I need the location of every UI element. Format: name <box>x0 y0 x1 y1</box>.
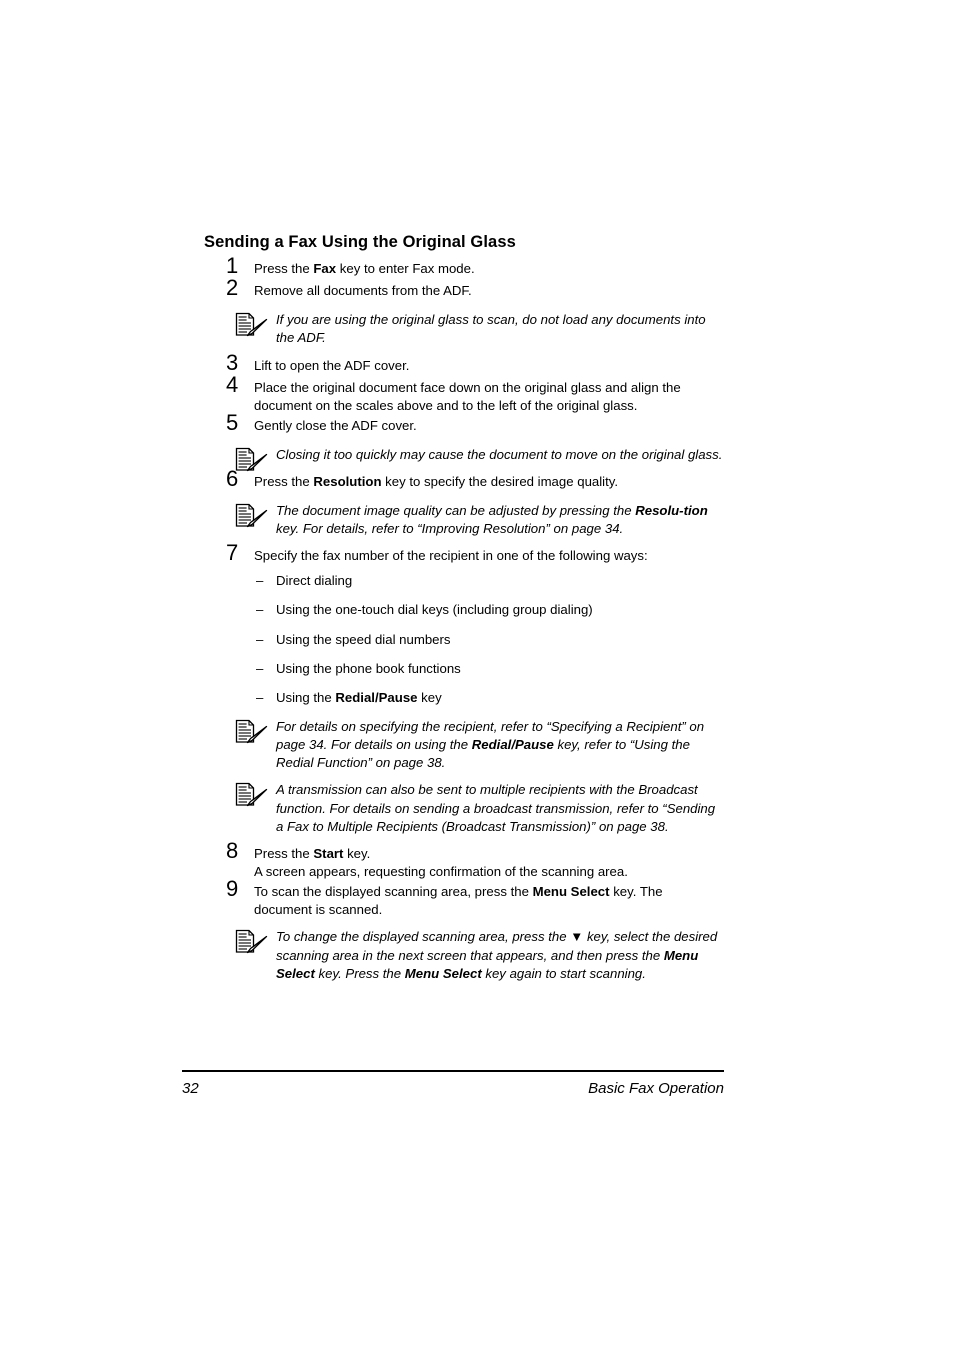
step-text-after: key to specify the desired image quality… <box>381 473 619 489</box>
note-text: For details on specifying the recipient,… <box>276 718 724 773</box>
list-item-text: Using the phone book functions <box>276 660 461 676</box>
document-page: Sending a Fax Using the Original Glass 1… <box>0 0 954 1350</box>
note-block: Closing it too quickly may cause the doc… <box>204 446 724 471</box>
dash-bullet: – <box>256 602 264 618</box>
step-text: Press the Start key. A screen appears, re… <box>254 845 724 881</box>
step-item: 5 Gently close the ADF cover. <box>204 411 724 437</box>
note-memo-icon <box>235 719 269 745</box>
step-text-bold: Start <box>313 846 344 862</box>
note-text: Closing it too quickly may cause the doc… <box>276 446 723 462</box>
note-text: To change the displayed scanning area, p… <box>276 928 724 983</box>
step-text-secondline: A screen appears, requesting confirmatio… <box>254 864 628 880</box>
dial-methods-list: – Direct dialing – Using the one-touch dia… <box>204 572 724 706</box>
step-text: Remove all documents from the ADF. <box>254 282 724 300</box>
down-arrow-icon: ▼ <box>570 929 584 945</box>
step-text-bold: Fax <box>313 261 337 277</box>
step-text-before: Remove all documents from the ADF. <box>254 283 472 299</box>
note-block: The document image quality can be adjust… <box>204 502 724 538</box>
step-number: 5 <box>226 409 239 435</box>
dash-bullet: – <box>256 689 264 705</box>
step-text: Press the Fax key to enter Fax mode. <box>254 260 724 278</box>
step-text-before: Press the <box>254 261 314 277</box>
page-footer: 32 Basic Fax Operation <box>182 1070 724 1097</box>
list-item-text: Using the <box>276 689 336 705</box>
note-text: A transmission can also be sent to multi… <box>276 782 716 834</box>
list-item: – Using the Redial/Pause key <box>204 689 724 707</box>
note-text: The document image quality can be adjust… <box>276 502 724 538</box>
list-item-text: Using the one-touch dial keys (including… <box>276 602 593 618</box>
note-text-bold: Resolu-tion <box>635 502 708 518</box>
note-block: If you are using the original glass to s… <box>204 311 724 347</box>
step-text-before: To scan the displayed scanning area, pre… <box>254 884 533 900</box>
page-title: Sending a Fax Using the Original Glass <box>204 233 516 251</box>
step-number: 9 <box>226 876 239 902</box>
step-text: Press the Resolution key to specify the … <box>254 473 724 491</box>
note-memo-icon <box>235 312 269 338</box>
note-text-part2: key. For details, refer to “Improving Re… <box>276 521 624 537</box>
page-content: Sending a Fax Using the Original Glass 1… <box>204 233 724 992</box>
step-text-after: key to enter Fax mode. <box>336 261 475 277</box>
step-number: 2 <box>226 275 239 301</box>
step-item: 9 To scan the displayed scanning area, p… <box>204 878 724 919</box>
note-text-bold: Redial/Pause <box>471 737 554 752</box>
step-text: Lift to open the ADF cover. <box>254 357 724 375</box>
note-text-part1: The document image quality can be adjust… <box>276 502 636 518</box>
list-item: – Direct dialing <box>204 572 724 590</box>
step-item: 6 Press the Resolution key to specify th… <box>204 467 724 493</box>
list-item-text-after: key <box>417 689 442 705</box>
step-number: 7 <box>226 540 239 566</box>
footer-row: 32 Basic Fax Operation <box>182 1080 724 1097</box>
step-text-before: Lift to open the ADF cover. <box>254 357 410 373</box>
step-number: 4 <box>226 371 239 397</box>
step-text-before: Specify the fax number of the recipient … <box>254 548 648 564</box>
note-text-part4: key again to start scanning. <box>481 965 646 981</box>
note-block: To change the displayed scanning area, p… <box>204 928 724 983</box>
list-item: – Using the phone book functions <box>204 660 724 678</box>
step-text: Place the original document face down on… <box>254 379 724 415</box>
note-block: For details on specifying the recipient,… <box>204 718 724 773</box>
step-item: 1 Press the Fax key to enter Fax mode. <box>204 255 724 280</box>
list-item-text: Direct dialing <box>276 573 353 589</box>
step-text: To scan the displayed scanning area, pre… <box>254 883 724 919</box>
step-item: 8 Press the Start key. A screen appears, … <box>204 840 724 881</box>
note-text-bold2: Menu Select <box>404 965 482 981</box>
list-item: – Using the one-touch dial keys (includin… <box>204 601 724 619</box>
step-number: 8 <box>226 838 239 864</box>
dash-bullet: – <box>256 573 264 589</box>
dash-bullet: – <box>256 660 264 676</box>
page-number: 32 <box>182 1079 199 1097</box>
step-text-after: key. <box>343 846 371 862</box>
footer-divider <box>182 1070 724 1072</box>
step-number: 1 <box>226 253 239 279</box>
step-text-before: Place the original document face down on… <box>254 379 681 413</box>
step-item: 4 Place the original document face down … <box>204 373 724 415</box>
step-number: 6 <box>226 465 239 491</box>
step-text-bold: Resolution <box>313 473 382 489</box>
note-memo-icon <box>235 782 269 808</box>
note-memo-icon <box>235 503 269 529</box>
list-item-text: Using the speed dial numbers <box>276 631 451 647</box>
list-item: – Using the speed dial numbers <box>204 631 724 649</box>
step-number: 3 <box>226 349 239 375</box>
step-text: Gently close the ADF cover. <box>254 417 724 435</box>
step-item: 7 Specify the fax number of the recipien… <box>204 542 724 567</box>
step-text: Specify the fax number of the recipient … <box>254 547 724 565</box>
step-text-before: Press the <box>254 473 314 489</box>
step-text-bold: Menu Select <box>532 884 610 900</box>
step-item: 3 Lift to open the ADF cover. <box>204 351 724 377</box>
note-text-part3: key. Press the <box>314 965 405 981</box>
footer-chapter-title: Basic Fax Operation <box>588 1079 724 1097</box>
note-memo-icon <box>235 929 269 955</box>
dash-bullet: – <box>256 631 264 647</box>
list-item-bold: Redial/Pause <box>335 689 418 705</box>
note-text-part1: To change the displayed scanning area, p… <box>276 929 571 945</box>
step-item: 2 Remove all documents from the ADF. <box>204 277 724 302</box>
note-block: A transmission can also be sent to multi… <box>204 781 724 836</box>
step-text-before: Press the <box>254 846 314 862</box>
step-text-before: Gently close the ADF cover. <box>254 417 417 433</box>
note-text: If you are using the original glass to s… <box>276 312 706 346</box>
